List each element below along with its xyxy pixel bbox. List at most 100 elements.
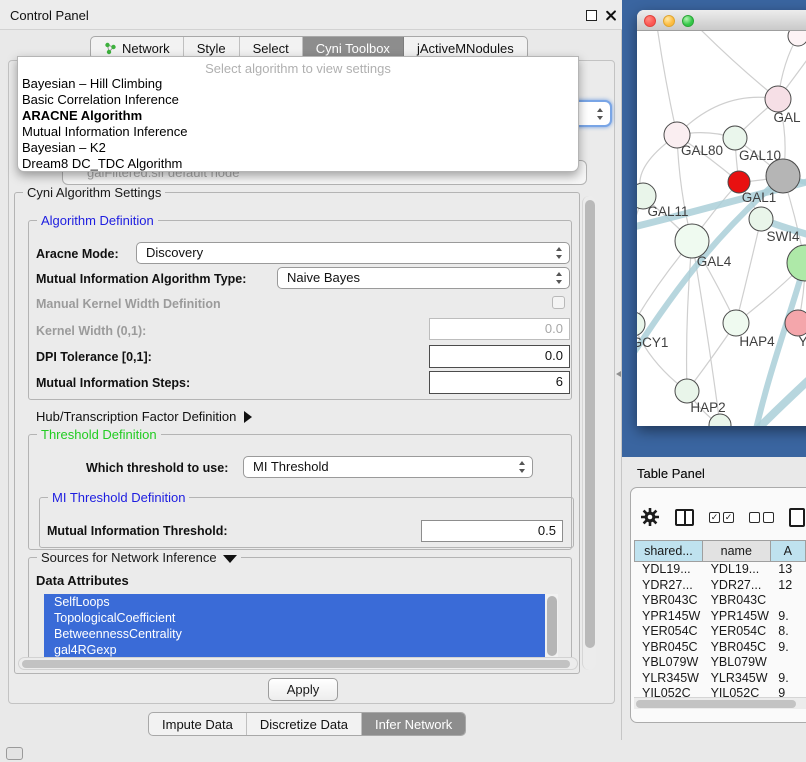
tab-infer-network[interactable]: Infer Network bbox=[362, 713, 465, 735]
mi-type-combo[interactable]: Naive Bayes bbox=[277, 267, 570, 289]
settings-horizontal-scrollbar[interactable] bbox=[18, 657, 578, 670]
network-node-hap4[interactable] bbox=[723, 310, 749, 336]
kernel-width-label: Kernel Width (0,1): bbox=[36, 324, 146, 338]
network-canvas[interactable]: GALGAL80GAL10GAL1GAL11SWI4GAL4GCY1HAP4YH… bbox=[637, 31, 806, 426]
column-header-3[interactable]: A bbox=[771, 540, 806, 562]
mi-steps-label: Mutual Information Steps: bbox=[36, 376, 190, 390]
network-node-y[interactable] bbox=[785, 310, 806, 336]
table-row[interactable]: YBL079WYBL079W bbox=[634, 655, 806, 671]
deselect-all-columns-icon[interactable] bbox=[749, 512, 774, 523]
table-row[interactable]: YPR145WYPR145W9. bbox=[634, 609, 806, 625]
table-row[interactable]: YIL052CYIL052C9 bbox=[634, 686, 806, 697]
mi-type-label: Mutual Information Algorithm Type: bbox=[36, 272, 246, 286]
threshold-definition-legend: Threshold Definition bbox=[37, 427, 161, 442]
node-label: GAL bbox=[773, 110, 801, 125]
dpi-tolerance-field[interactable]: 0.0 bbox=[429, 345, 570, 368]
node-label: GAL4 bbox=[697, 254, 732, 269]
control-panel-title: Control Panel bbox=[10, 8, 89, 23]
network-node[interactable] bbox=[766, 159, 800, 193]
sources-legend[interactable]: Sources for Network Inference bbox=[37, 550, 241, 565]
which-threshold-label: Which threshold to use: bbox=[86, 461, 228, 475]
hub-definition-toggle[interactable]: Hub/Transcription Factor Definition bbox=[36, 409, 252, 424]
node-label: SWI4 bbox=[766, 229, 799, 244]
aracne-mode-combo[interactable]: Discovery bbox=[136, 242, 570, 264]
algorithm-definition-legend: Algorithm Definition bbox=[37, 213, 158, 228]
table-horizontal-scrollbar[interactable] bbox=[634, 697, 806, 709]
close-window-icon[interactable] bbox=[644, 15, 656, 27]
network-graph: GALGAL80GAL10GAL1GAL11SWI4GAL4GCY1HAP4YH… bbox=[637, 31, 806, 426]
minimize-window-icon[interactable] bbox=[663, 15, 675, 27]
network-node[interactable] bbox=[709, 414, 731, 426]
algorithm-option[interactable]: Bayesian – K2 bbox=[18, 140, 578, 156]
network-window-titlebar[interactable] bbox=[637, 10, 806, 31]
table-panel-title: Table Panel bbox=[637, 466, 705, 481]
settings-vertical-scrollbar[interactable] bbox=[582, 196, 596, 670]
manual-kernel-checkbox[interactable] bbox=[552, 296, 565, 309]
algorithm-option[interactable]: Bayesian – Hill Climbing bbox=[18, 76, 578, 92]
table-row[interactable]: YER054CYER054C8. bbox=[634, 624, 806, 640]
node-label: GCY1 bbox=[637, 335, 668, 350]
combo-spinner-icon bbox=[555, 272, 563, 284]
table-row[interactable]: YBR043CYBR043C bbox=[634, 593, 806, 609]
table-header-row[interactable]: shared...nameA bbox=[634, 540, 806, 562]
node-label: HAP4 bbox=[739, 334, 775, 349]
network-icon bbox=[104, 42, 117, 55]
attribute-item[interactable]: BetweennessCentrality bbox=[44, 626, 545, 642]
network-node-gal4[interactable] bbox=[675, 224, 709, 258]
select-all-columns-icon[interactable]: ✓✓ bbox=[709, 512, 734, 523]
combo-spinner-icon bbox=[596, 108, 604, 120]
control-panel: Control Panel NetworkStyleSelectCyni Too… bbox=[0, 0, 622, 740]
panel-divider-arrow-icon[interactable] bbox=[616, 371, 621, 377]
export-table-icon[interactable] bbox=[789, 508, 805, 527]
network-node[interactable] bbox=[788, 31, 806, 46]
restore-panel-icon[interactable] bbox=[6, 747, 23, 760]
float-panel-icon[interactable] bbox=[586, 10, 597, 21]
algorithm-popup-list: Bayesian – Hill ClimbingBasic Correlatio… bbox=[18, 76, 578, 172]
table-row[interactable]: YLR345WYLR345W9. bbox=[634, 671, 806, 687]
table-row[interactable]: YBR045CYBR045C9. bbox=[634, 640, 806, 656]
algorithm-option[interactable]: Basic Correlation Inference bbox=[18, 92, 578, 108]
close-panel-icon[interactable] bbox=[605, 10, 616, 21]
combo-spinner-icon bbox=[555, 247, 563, 259]
network-node-swi4[interactable] bbox=[749, 207, 773, 231]
attribute-item[interactable]: gal4RGexp bbox=[44, 642, 545, 658]
gear-icon[interactable] bbox=[640, 507, 660, 527]
aracne-mode-label: Aracne Mode: bbox=[36, 247, 119, 261]
node-label: GAL11 bbox=[647, 204, 688, 219]
network-node-gal[interactable] bbox=[765, 86, 791, 112]
mi-steps-field[interactable]: 6 bbox=[429, 371, 570, 394]
column-header-1[interactable]: shared... bbox=[634, 540, 703, 562]
column-header-2[interactable]: name bbox=[703, 540, 771, 562]
table-row[interactable]: YDL19...YDL19...13 bbox=[634, 562, 806, 578]
collapsed-arrow-icon bbox=[244, 411, 252, 423]
attributes-scrollbar[interactable] bbox=[545, 594, 558, 658]
algorithm-option[interactable]: ARACNE Algorithm bbox=[18, 108, 578, 124]
network-node-gcy1[interactable] bbox=[637, 312, 645, 336]
mi-threshold-legend: MI Threshold Definition bbox=[48, 490, 189, 505]
algorithm-popup-prompt: Select algorithm to view settings bbox=[18, 57, 578, 76]
combo-spinner-icon bbox=[518, 461, 526, 473]
tab-impute-data[interactable]: Impute Data bbox=[149, 713, 247, 735]
tab-discretize-data[interactable]: Discretize Data bbox=[247, 713, 362, 735]
attribute-item[interactable]: SelfLoops bbox=[44, 594, 545, 610]
network-node-gal10[interactable] bbox=[723, 126, 747, 150]
cyni-bottom-tabbar: Impute DataDiscretize DataInfer Network bbox=[148, 712, 466, 736]
expanded-arrow-icon bbox=[223, 555, 237, 563]
algorithm-option[interactable]: Dream8 DC_TDC Algorithm bbox=[18, 156, 578, 172]
mi-threshold-field[interactable]: 0.5 bbox=[421, 520, 563, 542]
which-threshold-combo[interactable]: MI Threshold bbox=[243, 456, 533, 478]
kernel-width-field[interactable]: 0.0 bbox=[429, 318, 570, 340]
network-window[interactable]: GALGAL80GAL10GAL1GAL11SWI4GAL4GCY1HAP4YH… bbox=[637, 10, 806, 426]
attribute-item[interactable]: TopologicalCoefficient bbox=[44, 610, 545, 626]
node-label: Y bbox=[798, 334, 806, 349]
split-columns-icon[interactable] bbox=[675, 509, 694, 526]
data-attributes-list[interactable]: SelfLoopsTopologicalCoefficientBetweenne… bbox=[44, 594, 558, 658]
apply-button[interactable]: Apply bbox=[268, 678, 338, 701]
node-table[interactable]: shared...nameA YDL19...YDL19...13YDR27..… bbox=[634, 540, 806, 697]
algorithm-option[interactable]: Mutual Information Inference bbox=[18, 124, 578, 140]
zoom-window-icon[interactable] bbox=[682, 15, 694, 27]
table-row[interactable]: YDR27...YDR27...12 bbox=[634, 578, 806, 594]
node-label: GAL80 bbox=[681, 143, 723, 158]
network-node[interactable] bbox=[787, 245, 806, 281]
node-label: GAL1 bbox=[742, 190, 777, 205]
